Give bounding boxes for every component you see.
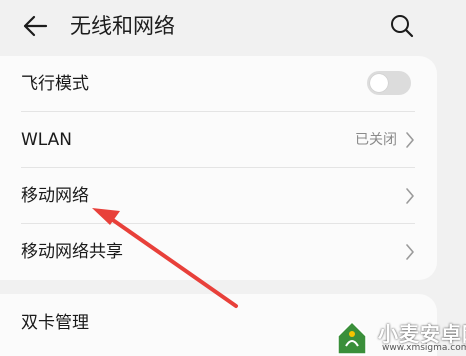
dual-sim-label: 双卡管理 (21, 313, 89, 333)
wlan-row[interactable]: WLAN 已关闭 (0, 112, 437, 168)
chevron-right-icon (406, 244, 414, 260)
search-button[interactable] (383, 8, 421, 44)
network-settings-card: 飞行模式 WLAN 已关闭 移动网络 移动网络共享 (0, 56, 437, 280)
toggle-knob (370, 74, 388, 92)
wlan-status: 已关闭 (355, 132, 397, 148)
wlan-label: WLAN (21, 130, 73, 150)
chevron-right-icon (406, 188, 414, 204)
watermark-url: www.xmsigma.com (382, 343, 466, 353)
arrow-left-icon (23, 15, 48, 37)
watermark: 小麦安卓网 www.xmsigma.com (316, 316, 466, 356)
mobile-network-row[interactable]: 移动网络 (0, 168, 437, 224)
mobile-hotspot-label: 移动网络共享 (21, 242, 123, 262)
header-bar: 无线和网络 (0, 0, 466, 52)
airplane-mode-label: 飞行模式 (21, 74, 89, 94)
airplane-mode-row[interactable]: 飞行模式 (0, 56, 437, 112)
mobile-hotspot-row[interactable]: 移动网络共享 (0, 224, 437, 280)
house-logo-icon (337, 320, 367, 355)
back-button[interactable] (16, 10, 54, 42)
mobile-network-label: 移动网络 (21, 186, 89, 206)
airplane-mode-toggle[interactable] (367, 71, 411, 95)
page-title: 无线和网络 (70, 14, 175, 38)
chevron-right-icon (406, 132, 414, 148)
search-icon (391, 15, 414, 38)
